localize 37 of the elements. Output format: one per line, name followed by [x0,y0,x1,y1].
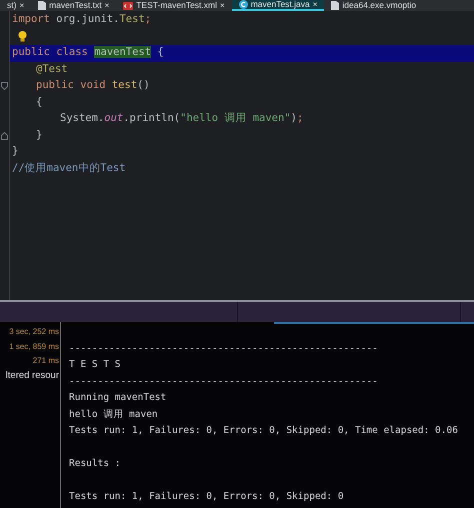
lightbulb-icon[interactable] [18,31,27,42]
code-line: { [36,94,42,110]
console-line: hello 调用 maven [69,408,158,422]
console-line: Running mavenTest [69,391,166,406]
fold-icon[interactable] [1,132,8,140]
editor-tab[interactable]: st) × [0,0,32,11]
xml-file-icon [123,2,134,10]
editor-tab[interactable]: mavenTest.txt × [31,0,116,11]
editor-tab[interactable]: TEST-mavenTest.xml × [116,0,232,11]
editor-tab[interactable]: idea64.exe.vmoptio [324,0,424,11]
close-icon[interactable]: × [104,2,110,10]
class-icon [238,0,248,9]
console-line: ------------------------------------------------------ [69,342,378,356]
code-line: //使用maven中的Test [12,160,126,176]
file-icon [38,1,46,10]
duration-label: 1 sec, 859 ms [9,340,60,352]
close-icon[interactable]: × [19,2,24,10]
code-line: public class mavenTest { [12,45,164,60]
console-line: Results : [69,457,120,472]
file-icon [331,1,340,10]
console-line: Tests run: 1, Failures: 0, Errors: 0, Skipped: 0 [69,490,344,504]
console-line: T E S T S [69,358,120,372]
code-line: } [12,144,18,160]
node-label: ltered resour [6,368,60,382]
fold-icon[interactable] [1,82,8,90]
code-line: import org.junit.Test; [12,12,152,28]
code-line: System.out.println("hello 调用 maven"); [60,111,304,126]
duration-label: 3 sec, 252 ms [9,326,60,338]
console-line: Tests run: 1, Failures: 0, Errors: 0, Skipped: 0, Time elapsed: 0.06 [69,424,458,438]
editor-tab[interactable]: mavenTest.java × [232,0,324,11]
close-icon[interactable]: × [312,0,318,8]
duration-label: 271 ms [32,355,60,367]
console-line: ------------------------------------------------------ [69,374,378,389]
code-line: @Test [36,62,68,77]
code-line: public void test() [36,78,150,94]
close-icon[interactable]: × [220,2,225,10]
code-line: } [36,128,42,143]
